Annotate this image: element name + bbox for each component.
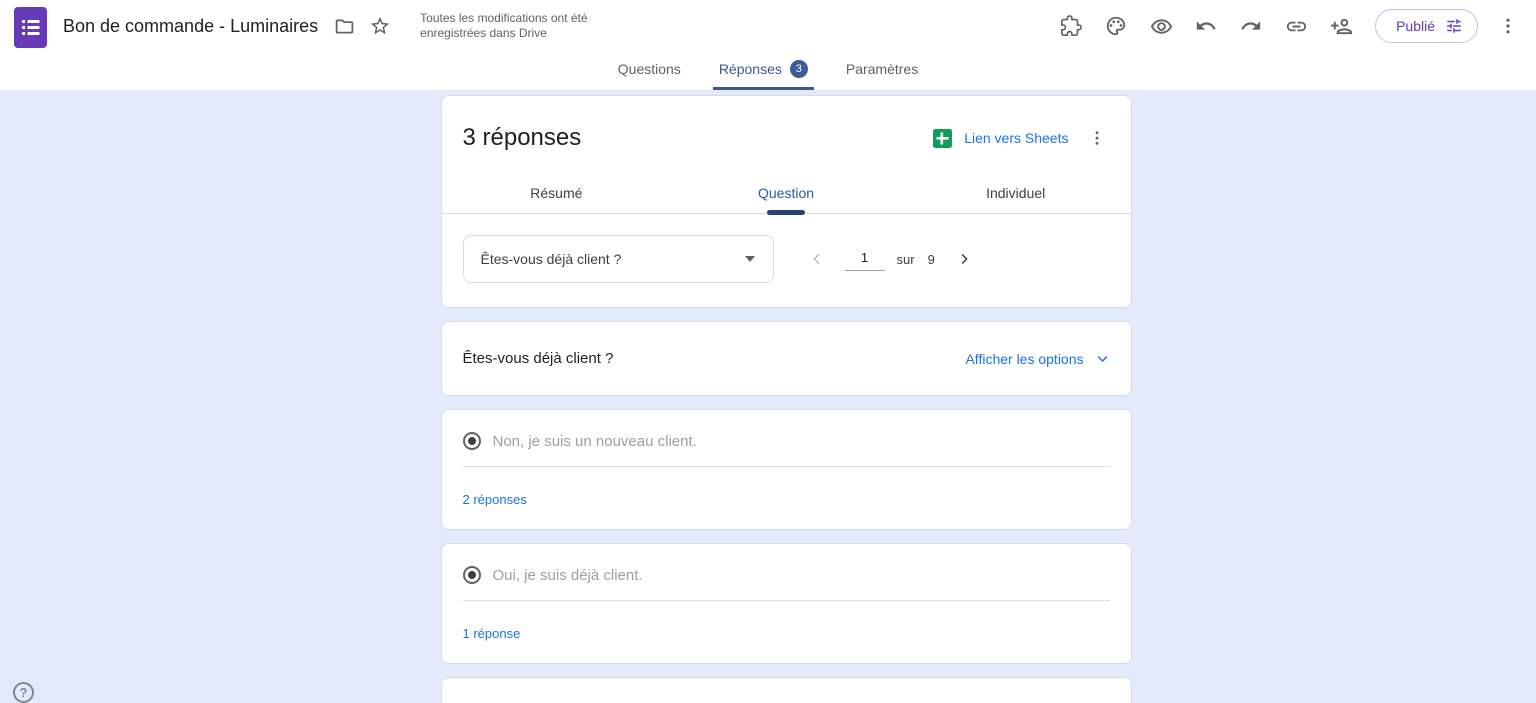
eye-icon — [1150, 15, 1173, 38]
published-button-label: Publié — [1396, 18, 1435, 34]
responses-subtabs: Résumé Question Individuel — [442, 172, 1131, 214]
copy-link-button[interactable] — [1284, 14, 1308, 38]
answer-option-row: Non, je suis un nouveau client. — [463, 432, 1110, 450]
tab-questions[interactable]: Questions — [612, 52, 687, 90]
link-icon — [1285, 15, 1308, 38]
subtab-summary-label: Résumé — [530, 185, 582, 201]
redo-icon — [1240, 15, 1262, 37]
answer-option-text: Non, je suis un nouveau client. — [493, 433, 697, 450]
help-button[interactable]: ? — [13, 682, 34, 703]
radio-selected-icon — [463, 566, 481, 584]
move-to-folder-button[interactable] — [326, 8, 362, 44]
responses-more-options-button[interactable] — [1079, 120, 1115, 156]
answer-divider — [463, 466, 1110, 467]
published-button[interactable]: Publié — [1375, 9, 1478, 43]
partial-next-card — [441, 677, 1132, 703]
redo-button[interactable] — [1239, 14, 1263, 38]
question-select-value: Êtes-vous déjà client ? — [481, 251, 622, 267]
add-ons-button[interactable] — [1059, 14, 1083, 38]
header-action-icons — [1059, 14, 1353, 38]
answer-divider — [463, 600, 1110, 601]
answer-count-link[interactable]: 2 réponses — [463, 492, 527, 507]
kebab-icon — [1088, 129, 1106, 147]
responses-header-card: 3 réponses Lien vers Sheets Résumé Quest… — [441, 95, 1132, 308]
subtab-question[interactable]: Question — [671, 172, 901, 213]
undo-button[interactable] — [1194, 14, 1218, 38]
question-selector-row: Êtes-vous déjà client ? sur 9 — [442, 214, 1131, 307]
more-options-button[interactable] — [1494, 12, 1522, 40]
chevron-down-icon — [1095, 351, 1110, 366]
subtab-individual-label: Individuel — [986, 185, 1045, 201]
document-title[interactable]: Bon de commande - Luminaires — [63, 16, 318, 37]
folder-icon — [334, 16, 355, 37]
google-forms-logo-icon[interactable] — [14, 7, 47, 48]
app-header: Bon de commande - Luminaires Toutes les … — [0, 0, 1536, 90]
preview-button[interactable] — [1149, 14, 1173, 38]
answer-option-text: Oui, je suis déjà client. — [493, 567, 643, 584]
page-number-input[interactable] — [845, 248, 885, 271]
answer-card: Non, je suis un nouveau client. 2 répons… — [441, 409, 1132, 530]
google-sheets-icon — [933, 129, 952, 148]
subtab-question-label: Question — [758, 185, 814, 201]
kebab-icon — [1498, 16, 1518, 36]
add-collaborators-button[interactable] — [1329, 14, 1353, 38]
question-title: Êtes-vous déjà client ? — [463, 350, 614, 367]
dropdown-caret-icon — [745, 256, 755, 262]
question-select-dropdown[interactable]: Êtes-vous déjà client ? — [463, 235, 774, 283]
answer-count-link[interactable]: 1 réponse — [463, 626, 521, 641]
star-button[interactable] — [362, 8, 398, 44]
puzzle-icon — [1060, 15, 1082, 37]
palette-icon — [1105, 15, 1127, 37]
responses-head-actions: Lien vers Sheets — [933, 120, 1114, 156]
save-status-text: Toutes les modifications ont été enregis… — [420, 11, 592, 41]
tab-responses[interactable]: Réponses 3 — [713, 52, 814, 90]
customize-theme-button[interactable] — [1104, 14, 1128, 38]
undo-icon — [1195, 15, 1217, 37]
main-tabs: Questions Réponses 3 Paramètres — [0, 52, 1536, 90]
chevron-left-icon — [808, 250, 826, 268]
subtab-summary[interactable]: Résumé — [442, 172, 672, 213]
chevron-right-icon — [955, 250, 973, 268]
subtab-individual[interactable]: Individuel — [901, 172, 1131, 213]
question-pager: sur 9 — [805, 247, 976, 271]
question-mark-icon: ? — [20, 685, 28, 700]
pager-of-label: sur — [897, 252, 915, 267]
answer-card: Oui, je suis déjà client. 1 réponse — [441, 543, 1132, 664]
link-to-sheets-button[interactable]: Lien vers Sheets — [933, 129, 1068, 148]
tab-questions-label: Questions — [618, 61, 681, 77]
responses-count-badge: 3 — [790, 60, 808, 78]
radio-selected-icon — [463, 432, 481, 450]
link-to-sheets-label: Lien vers Sheets — [964, 130, 1068, 146]
next-question-button[interactable] — [952, 247, 976, 271]
responses-page-content: 3 réponses Lien vers Sheets Résumé Quest… — [0, 90, 1536, 703]
subtab-active-underline — [767, 210, 805, 215]
responses-card-head: 3 réponses Lien vers Sheets — [442, 96, 1131, 156]
tab-settings-label: Paramètres — [846, 61, 918, 77]
previous-question-button[interactable] — [805, 247, 829, 271]
person-add-icon — [1330, 15, 1353, 38]
tab-responses-label: Réponses — [719, 61, 782, 77]
pager-total: 9 — [928, 252, 935, 267]
answer-option-row: Oui, je suis déjà client. — [463, 566, 1110, 584]
tab-settings[interactable]: Paramètres — [840, 52, 924, 90]
star-icon — [369, 15, 391, 37]
question-title-card: Êtes-vous déjà client ? Afficher les opt… — [441, 321, 1132, 396]
publish-settings-icon — [1445, 17, 1463, 35]
show-options-button[interactable]: Afficher les options — [965, 351, 1109, 367]
responses-count-title: 3 réponses — [463, 124, 582, 152]
show-options-label: Afficher les options — [965, 351, 1083, 367]
header-bar: Bon de commande - Luminaires Toutes les … — [0, 0, 1536, 52]
